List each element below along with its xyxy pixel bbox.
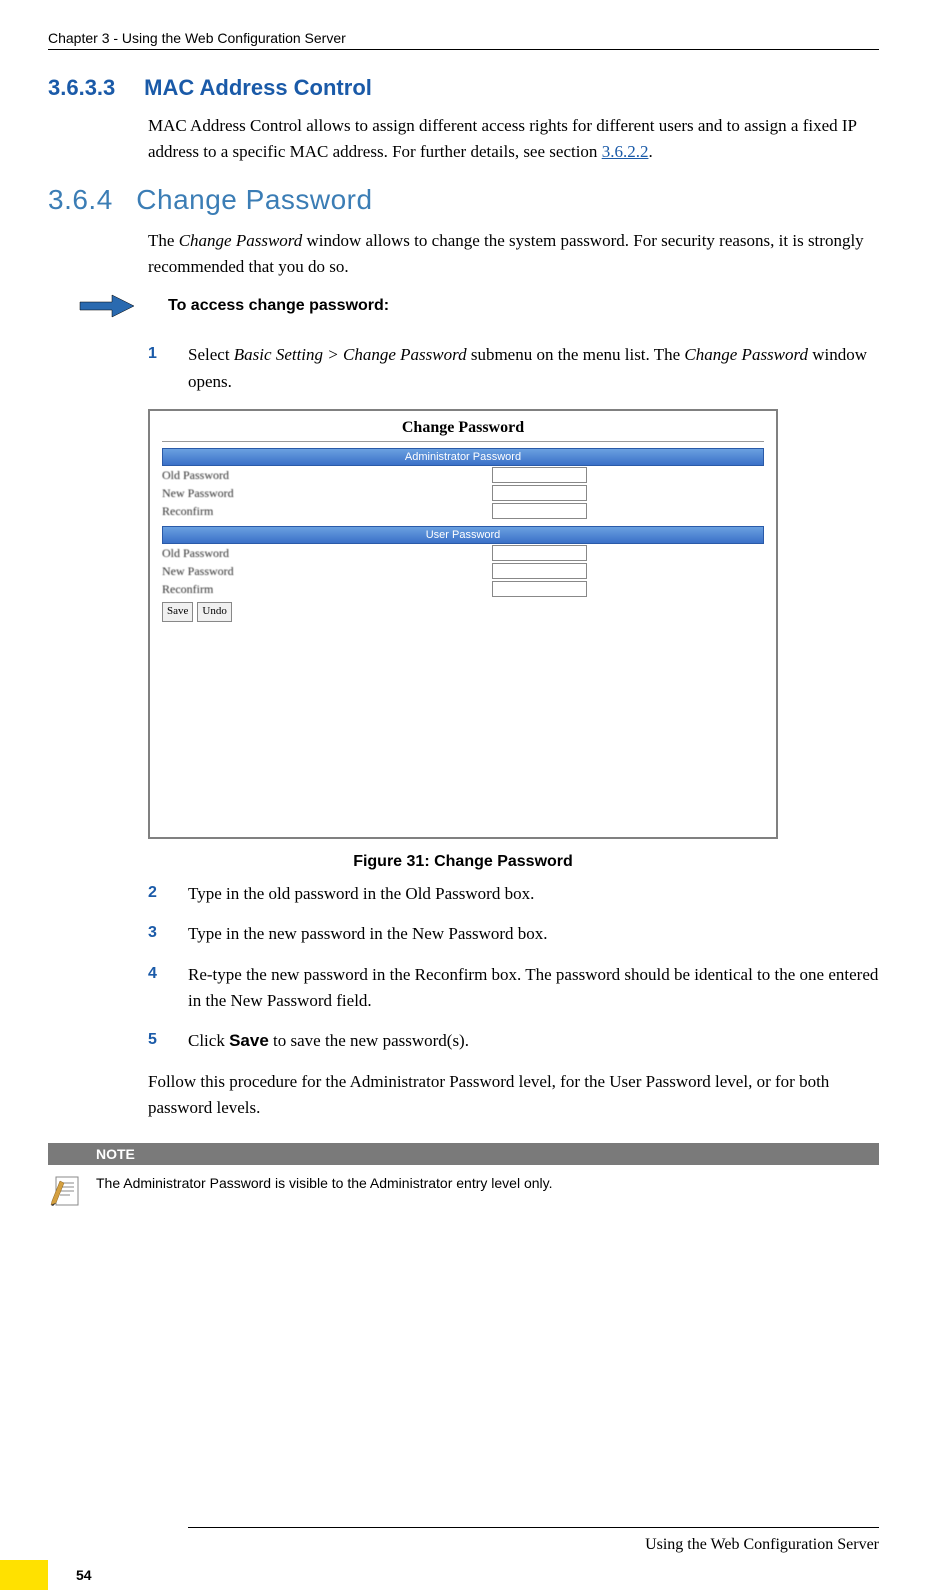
admin-new-password-input[interactable] [492, 485, 587, 501]
user-new-password-input[interactable] [492, 563, 587, 579]
step-4: 4 Re-type the new password in the Reconf… [148, 962, 879, 1015]
arrow-icon [78, 292, 136, 320]
new-password-label: New Password [162, 486, 492, 501]
admin-old-password-input[interactable] [492, 467, 587, 483]
screenshot-change-password: Change Password Administrator Password O… [148, 409, 778, 839]
save-button[interactable]: Save [162, 602, 193, 622]
section-title: MAC Address Control [144, 75, 372, 100]
step-3: 3 Type in the new password in the New Pa… [148, 921, 879, 947]
old-password-label: Old Password [162, 546, 492, 561]
section-title: Change Password [136, 184, 372, 215]
admin-reconfirm-input[interactable] [492, 503, 587, 519]
chapter-header: Chapter 3 - Using the Web Configuration … [48, 30, 879, 50]
page-tab [0, 1560, 48, 1590]
section-number: 3.6.3.3 [48, 75, 138, 101]
change-password-intro: The Change Password window allows to cha… [148, 228, 879, 281]
section-number: 3.6.4 [48, 184, 128, 216]
footer-title: Using the Web Configuration Server [188, 1527, 879, 1554]
page-number: 54 [76, 1567, 92, 1583]
user-old-password-input[interactable] [492, 545, 587, 561]
screenshot-title: Change Password [162, 419, 764, 442]
section-3-6-4-heading: 3.6.4 Change Password [48, 184, 879, 216]
undo-button[interactable]: Undo [197, 602, 231, 622]
note-icon [48, 1171, 86, 1209]
admin-password-header: Administrator Password [162, 448, 764, 466]
step-2: 2 Type in the old password in the Old Pa… [148, 881, 879, 907]
note-text: The Administrator Password is visible to… [96, 1171, 552, 1191]
access-label: To access change password: [168, 297, 389, 315]
reconfirm-label: Reconfirm [162, 504, 492, 519]
step-1: 1 Select Basic Setting > Change Password… [148, 342, 879, 395]
step-5: 5 Click Save to save the new password(s)… [148, 1028, 879, 1054]
user-password-header: User Password [162, 526, 764, 544]
section-3-6-3-3-heading: 3.6.3.3 MAC Address Control [48, 75, 879, 101]
figure-caption: Figure 31: Change Password [148, 853, 778, 871]
user-reconfirm-input[interactable] [492, 581, 587, 597]
reconfirm-label: Reconfirm [162, 582, 492, 597]
note-header: NOTE [48, 1143, 879, 1165]
old-password-label: Old Password [162, 468, 492, 483]
new-password-label: New Password [162, 564, 492, 579]
crossref-link[interactable]: 3.6.2.2 [602, 142, 649, 161]
mac-address-body: MAC Address Control allows to assign dif… [148, 113, 879, 166]
followup-text: Follow this procedure for the Administra… [148, 1069, 879, 1122]
